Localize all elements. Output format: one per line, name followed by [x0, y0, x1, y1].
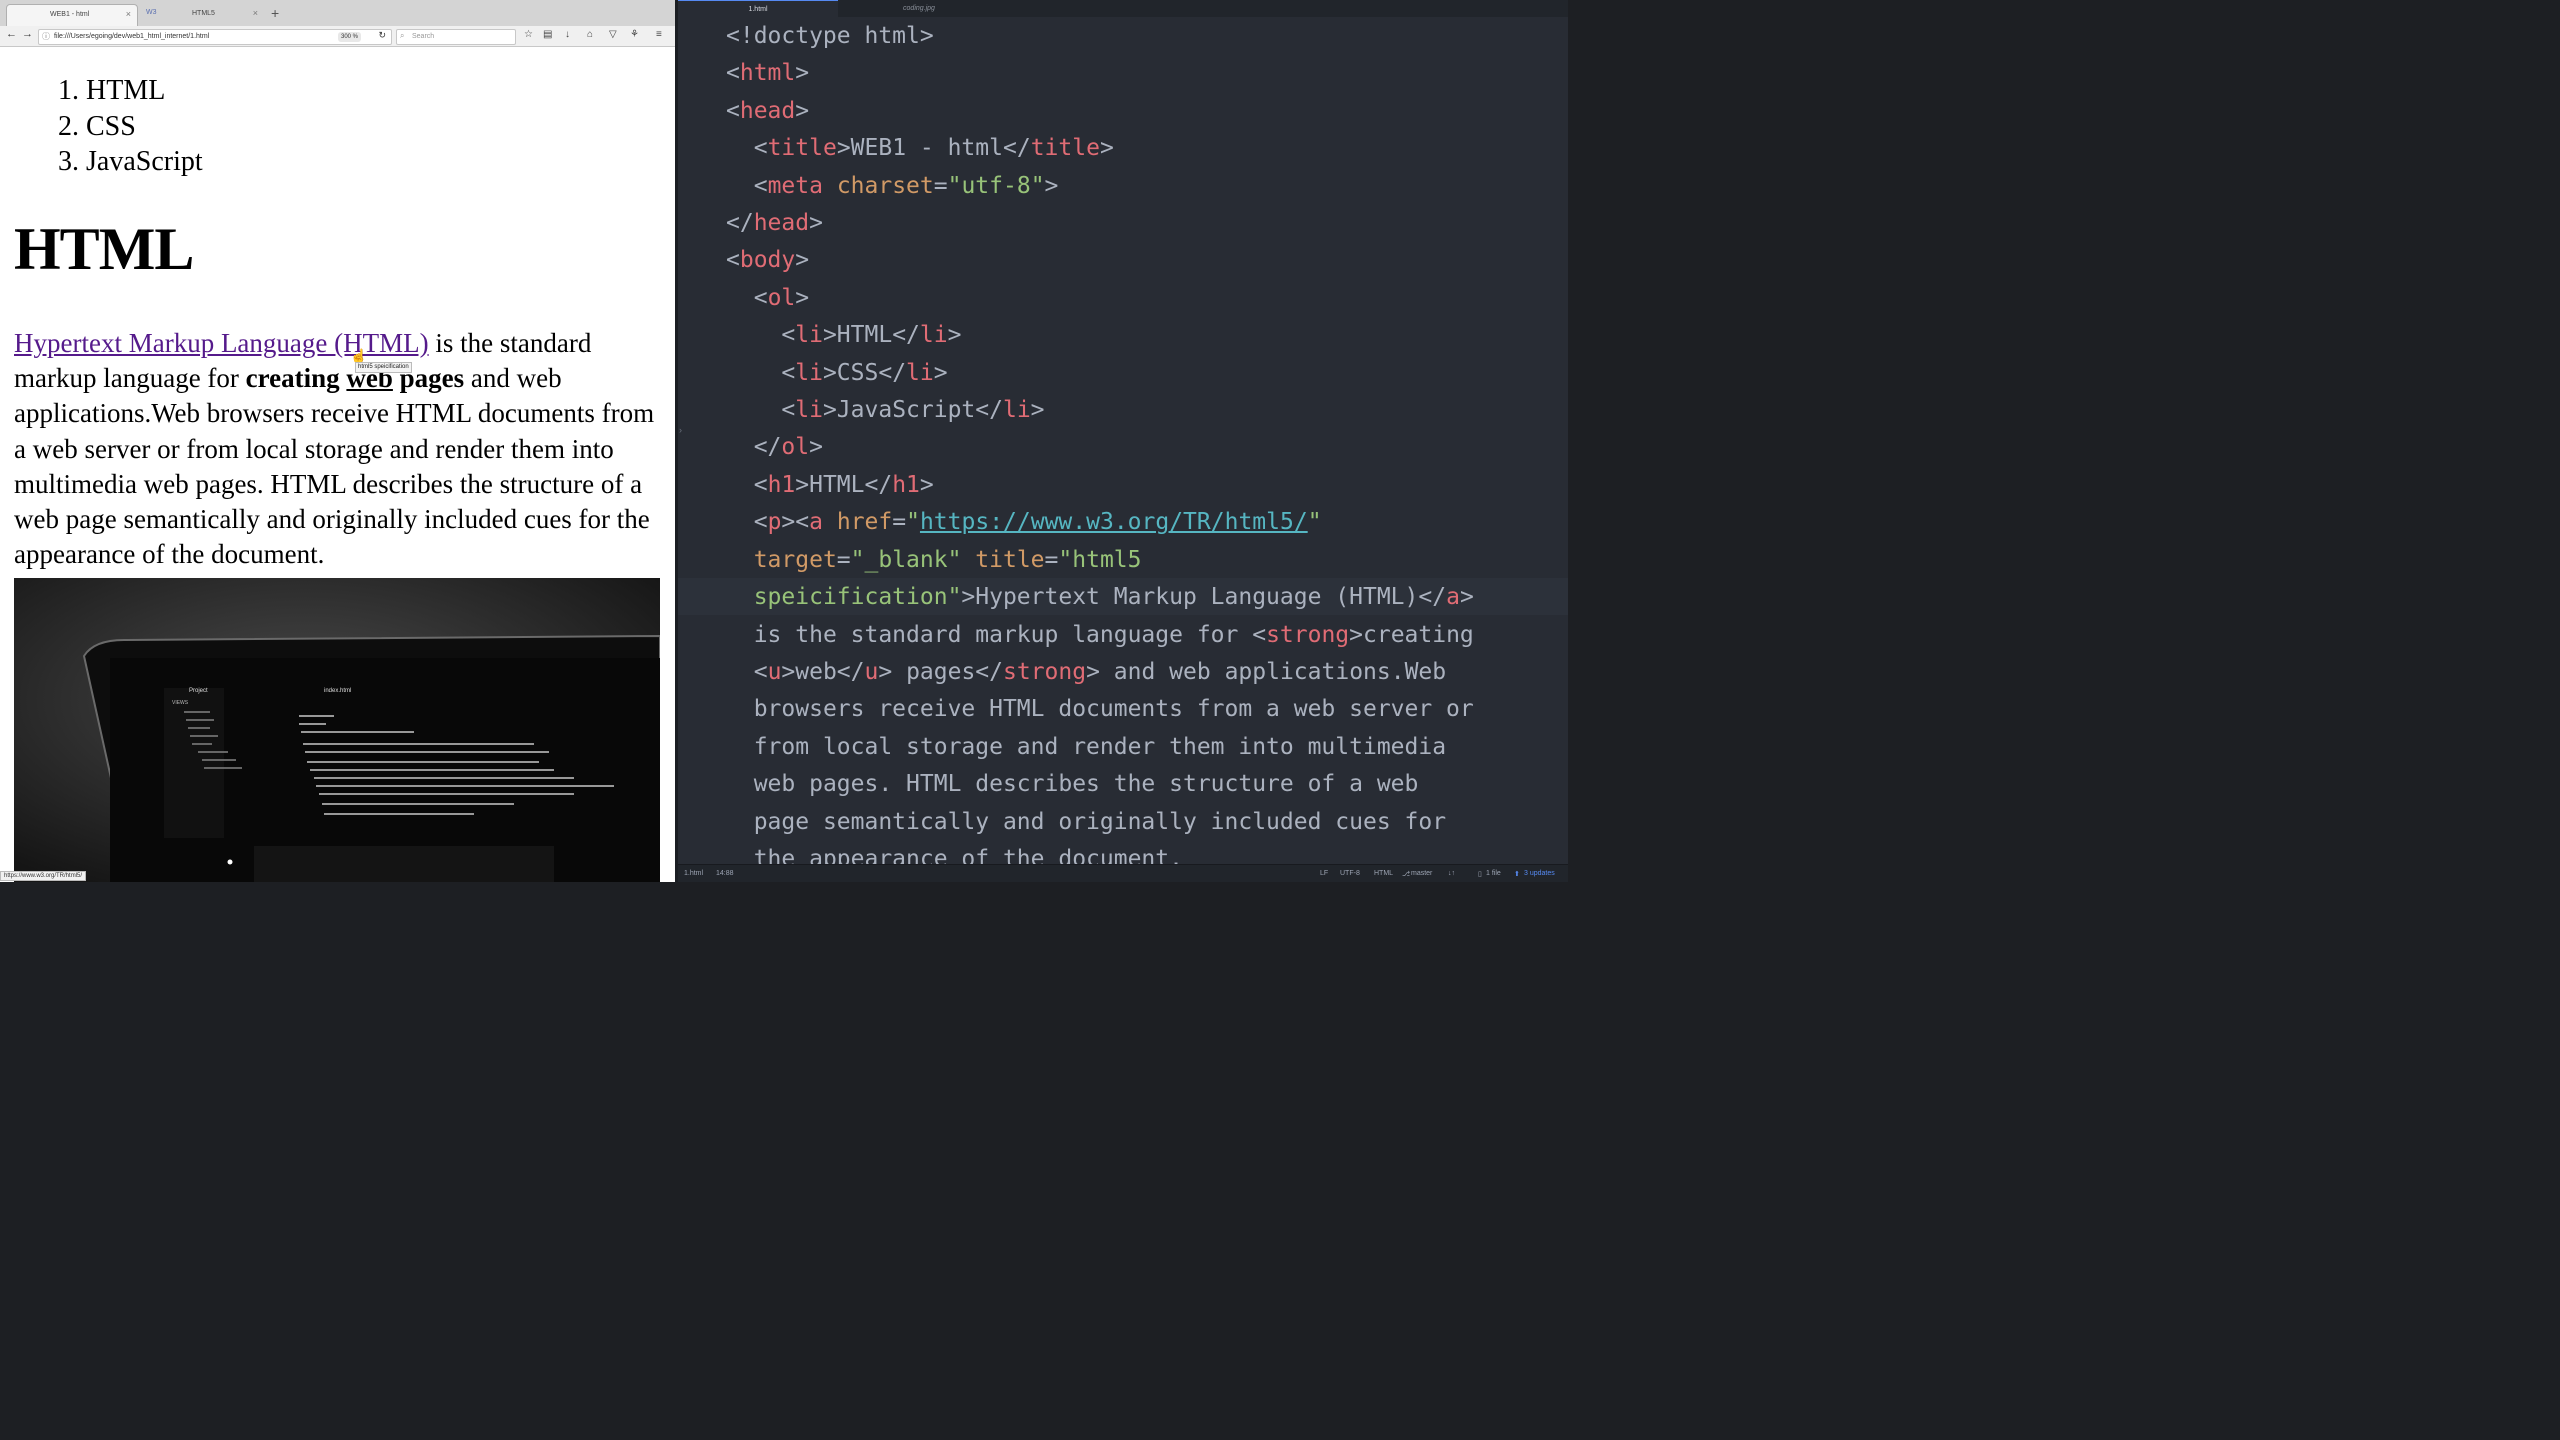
git-fetch-icon[interactable]: ↓↑ — [1448, 870, 1455, 877]
tab-title: WEB1 - html — [50, 11, 90, 18]
ordered-list: 1. HTML 2. CSS 3. JavaScript — [58, 73, 203, 180]
list-item: 2. CSS — [58, 110, 136, 142]
reload-icon[interactable]: ↻ — [378, 30, 386, 41]
link-tooltip: html5 speicification — [355, 362, 412, 373]
status-line-ending[interactable]: LF — [1320, 870, 1328, 877]
zoom-indicator[interactable]: 300 % — [338, 32, 362, 42]
bookmark-star-icon[interactable]: ☆ — [524, 29, 533, 40]
search-box[interactable]: ⌕ Search — [396, 29, 516, 45]
updates-icon: ⬆ — [1514, 871, 1520, 878]
page-viewport: 1. HTML 2. CSS 3. JavaScript HTML Hypert… — [0, 47, 675, 882]
browser-window: WEB1 - html × W3 HTML5 × + ← → ⓘ file://… — [0, 0, 675, 882]
list-item: 3. JavaScript — [58, 146, 203, 177]
collapse-arrow-icon[interactable]: › — [679, 425, 682, 435]
editor-tab-bar: 1.html coding.jpg — [678, 0, 1568, 17]
pane-divider[interactable] — [675, 0, 678, 882]
file-icon: ▯ — [1478, 871, 1482, 878]
tab-web1[interactable]: WEB1 - html × — [6, 4, 138, 26]
code-text[interactable]: <!doctype html> <html> <head> <title>WEB… — [726, 18, 1474, 878]
browser-tab-bar: WEB1 - html × W3 HTML5 × + — [0, 0, 675, 27]
pocket-icon[interactable]: ▽ — [609, 29, 617, 40]
info-icon[interactable]: ⓘ — [42, 31, 50, 42]
link-status-bar: https://www.w3.org/TR/html5/ — [0, 871, 87, 881]
photo-project-label: Project — [189, 688, 208, 694]
forward-arrow-icon[interactable]: → — [22, 28, 33, 40]
status-updates[interactable]: 3 updates — [1524, 870, 1555, 877]
photo-views-label: VIEWS — [172, 700, 189, 706]
tab-title: HTML5 — [192, 10, 215, 17]
status-files[interactable]: 1 file — [1486, 870, 1501, 877]
status-grammar[interactable]: HTML — [1374, 870, 1393, 877]
strong-creating: creating — [245, 363, 347, 394]
close-tab-icon[interactable]: × — [126, 9, 131, 19]
paragraph: Hypertext Markup Language (HTML) is the … — [14, 326, 664, 572]
editor-tab-coding-jpg[interactable]: coding.jpg — [838, 0, 1000, 17]
coding-photo: Project index.html VIEWS — [14, 578, 660, 882]
editor-tab-1-html[interactable]: 1.html — [678, 0, 838, 17]
search-placeholder: Search — [412, 33, 435, 40]
w3c-favicon-icon: W3 — [146, 9, 157, 16]
photo-file-label: index.html — [324, 688, 351, 694]
list-item: 1. HTML — [58, 75, 166, 106]
status-encoding[interactable]: UTF-8 — [1340, 870, 1360, 877]
laptop-photo-graphic: Project index.html VIEWS — [14, 578, 660, 882]
search-icon: ⌕ — [400, 31, 405, 40]
code-editor: › 1.html coding.jpg <!doctype html> <htm… — [675, 0, 1568, 882]
paragraph-text: and web applications.Web browsers receiv… — [14, 363, 655, 570]
navigation-bar: ← → ⓘ file:///Users/egoing/dev/web1_html… — [0, 26, 675, 47]
new-tab-button[interactable]: + — [271, 5, 279, 21]
menu-icon[interactable]: ≡ — [656, 29, 662, 40]
home-icon[interactable]: ⌂ — [587, 29, 593, 40]
reading-list-icon[interactable]: ▤ — [543, 29, 552, 40]
editor-status-bar: 1.html 14:88 LF UTF-8 HTML ⎇ master ↓↑ ▯… — [678, 864, 1568, 882]
status-branch[interactable]: master — [1411, 870, 1432, 877]
extension-icon[interactable]: ⚘ — [630, 29, 639, 40]
address-bar[interactable]: ⓘ file:///Users/egoing/dev/web1_html_int… — [38, 29, 392, 45]
page-heading: HTML — [14, 216, 194, 282]
back-arrow-icon[interactable]: ← — [6, 28, 17, 40]
download-icon[interactable]: ↓ — [565, 29, 570, 40]
url-text: file:///Users/egoing/dev/web1_html_inter… — [54, 33, 210, 40]
tab-html5[interactable]: W3 HTML5 × — [140, 4, 264, 26]
status-cursor-position[interactable]: 14:88 — [716, 870, 734, 877]
status-file-name[interactable]: 1.html — [684, 870, 703, 877]
close-tab-icon[interactable]: × — [253, 8, 258, 18]
git-branch-icon: ⎇ — [1402, 871, 1411, 878]
